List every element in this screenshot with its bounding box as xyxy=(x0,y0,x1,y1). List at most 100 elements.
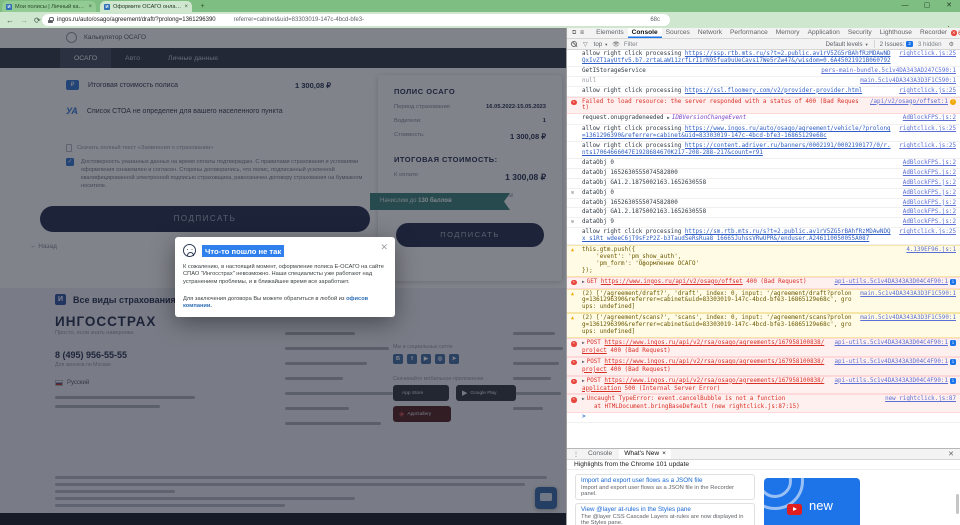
expand-icon[interactable]: ⊙ xyxy=(571,191,574,197)
browser-tab-2[interactable]: И Оформите ОСАГО онлайн в И... × xyxy=(100,1,192,12)
console-url-link[interactable]: https://www.ingos.ru/api/v2/rsa/osago/ag… xyxy=(582,378,824,392)
hidden-messages-label[interactable]: 3 hidden xyxy=(918,41,942,48)
console-url-link[interactable]: https://www.ingos.ru/auto/osago/agreemen… xyxy=(582,126,891,139)
console-source-link[interactable]: rightclick.js:25 xyxy=(899,229,956,236)
back-icon[interactable]: ← xyxy=(6,16,14,25)
devtools-tab-console[interactable]: Console xyxy=(628,28,662,38)
console-source-link[interactable]: main.5c1v4DA343A3D3F1C590:1 xyxy=(860,315,956,322)
live-expression-eye-icon[interactable]: 👁 xyxy=(612,41,620,48)
play-button-icon[interactable] xyxy=(787,504,802,515)
drawer-tab-whatsnew[interactable]: What's New × xyxy=(619,449,671,459)
new-tab-button[interactable]: + xyxy=(198,2,207,11)
issue-icon[interactable]: i xyxy=(950,340,956,346)
whatsnew-graphic[interactable]: new xyxy=(764,478,860,525)
modal-close-icon[interactable]: ✕ xyxy=(380,242,388,253)
console-source-link[interactable]: api-utils.5c1v4DA343A3D04C4F90:1 xyxy=(835,378,949,385)
expand-arrow-icon[interactable]: ▶ xyxy=(582,379,585,384)
console-source-link[interactable]: new rightclick.js:87 xyxy=(885,396,956,403)
console-source-link[interactable]: rightclick.js:25 xyxy=(899,51,956,58)
devtools-tab-lighthouse[interactable]: Lighthouse xyxy=(876,28,916,38)
devtools-tab-elements[interactable]: Elements xyxy=(592,28,628,38)
devtools-tab-security[interactable]: Security xyxy=(844,28,876,38)
frame-selector[interactable]: top▼ xyxy=(594,41,609,48)
issue-icon[interactable]: i xyxy=(950,378,956,384)
whatsnew-card-title[interactable]: View @layer at-rules in the Styles pane xyxy=(581,506,749,513)
console-url-link[interactable]: https://ssl.floomery.com/v2/provider-pro… xyxy=(685,88,862,94)
devtools-tab-application[interactable]: Application xyxy=(804,28,844,38)
devtools-drawer: ⋮ Console What's New × ✕ Highlights from… xyxy=(567,448,960,525)
devtools-tab-sources[interactable]: Sources xyxy=(662,28,694,38)
expand-arrow-icon[interactable]: ▶ xyxy=(667,116,670,121)
drawer-tab-close-icon[interactable]: × xyxy=(662,449,666,459)
minimize-button[interactable]: — xyxy=(894,0,916,12)
whatsnew-header: Highlights from the Chrome 101 update xyxy=(567,460,960,470)
console-source-link[interactable]: AdBlockFPS.js:2 xyxy=(903,219,956,226)
console-source-link[interactable]: AdBlockFPS.js:2 xyxy=(903,209,956,216)
console-source-link[interactable]: AdBlockFPS.js:2 xyxy=(903,190,956,197)
console-source-link[interactable]: /api/v2/osago/offset:1 xyxy=(870,99,948,106)
clear-console-icon[interactable] xyxy=(571,41,577,47)
tab-close-icon[interactable]: × xyxy=(184,4,188,10)
devtools-tab-memory[interactable]: Memory xyxy=(772,28,804,38)
console-url-link[interactable]: https://www.ingos.ru/api/v2/rsa/osago/ag… xyxy=(582,359,824,373)
inspect-icon[interactable]: ⧉ xyxy=(572,30,576,37)
devtools-tab-performance[interactable]: Performance xyxy=(726,28,772,38)
console-source-link[interactable]: main.5c1v4DA343A3D3F1C590:1 xyxy=(860,78,956,85)
console-source-link[interactable]: rightclick.js:25 xyxy=(899,88,956,95)
whatsnew-card[interactable]: View @layer at-rules in the Styles paneT… xyxy=(575,503,755,525)
console-source-link[interactable]: 4.139EF96.js:1 xyxy=(906,247,956,254)
console-settings-icon[interactable]: ⚙ xyxy=(949,41,954,48)
devtools-tab-recorder[interactable]: Recorder xyxy=(916,28,951,38)
sad-face-icon xyxy=(183,244,196,257)
device-toolbar-icon[interactable]: ⧈ xyxy=(580,30,584,37)
console-object[interactable]: IDBVersionChangeEvent xyxy=(672,115,746,121)
console-url-link[interactable]: https://content.adriver.ru/banners/00021… xyxy=(582,143,891,156)
tab-close-icon[interactable]: × xyxy=(88,4,92,10)
console-source-link[interactable]: api-utils.5c1v4DA343A3D04C4F90:1 xyxy=(835,359,949,366)
console-filter-input[interactable]: Filter xyxy=(624,41,638,48)
whatsnew-card-title[interactable]: Import and export user flows as a JSON f… xyxy=(581,477,749,484)
expand-icon[interactable]: ⊙ xyxy=(571,220,574,226)
console-source-link[interactable]: AdBlockFPS.js:2 xyxy=(903,115,956,122)
reload-icon[interactable]: ⟳ xyxy=(34,16,41,25)
expand-arrow-icon[interactable]: ▶ xyxy=(582,280,585,285)
issue-icon[interactable]: i xyxy=(950,279,956,285)
browser-tab-1[interactable]: И Мои полисы | Личный кабинет × xyxy=(2,1,96,12)
console-source-link[interactable]: api-utils.5c1v4DA343A3D04C4F90:1 xyxy=(835,279,949,286)
lock-icon[interactable] xyxy=(48,17,53,23)
console-source-link[interactable]: AdBlockFPS.js:2 xyxy=(903,200,956,207)
expand-arrow-icon[interactable]: ▶ xyxy=(582,397,585,402)
issues-chip[interactable]: 2 Issues:2 xyxy=(880,41,913,48)
console-url-link[interactable]: https://ssp.rtb.mts.ru/s?t=2.public.av1r… xyxy=(582,51,891,64)
issue-icon[interactable]: i xyxy=(950,359,956,365)
console-source-link[interactable]: rightclick.js:25 xyxy=(899,143,956,150)
close-button[interactable]: ✕ xyxy=(938,0,960,12)
scrollbar-thumb[interactable] xyxy=(956,494,959,514)
filter-funnel-icon[interactable]: ▽ xyxy=(583,41,588,48)
omnibox[interactable]: ingos.ru/auto/osago/agreement/draft/?pro… xyxy=(42,14,670,26)
forward-icon[interactable]: → xyxy=(20,16,28,25)
console-url-link[interactable]: https://www.ingos.ru/api/v2/rsa/osago/ag… xyxy=(582,340,824,354)
log-level-selector[interactable]: Default levels▼ xyxy=(825,41,868,48)
expand-arrow-icon[interactable]: ▶ xyxy=(582,360,585,365)
whatsnew-card[interactable]: Import and export user flows as a JSON f… xyxy=(575,474,755,500)
console-source-link[interactable]: api-utils.5c1v4DA343A3D04C4F90:1 xyxy=(835,340,949,347)
drawer-close-icon[interactable]: ✕ xyxy=(948,450,956,458)
console-source-link[interactable]: rightclick.js:25 xyxy=(899,126,956,133)
console-url-link[interactable]: https://www.ingos.ru/api/v2/osago/offset xyxy=(601,279,743,285)
console-source-link[interactable]: AdBlockFPS.js:2 xyxy=(903,160,956,167)
warning-icon: ▲ xyxy=(571,316,574,321)
drawer-menu-icon[interactable]: ⋮ xyxy=(573,451,579,458)
console-source-link[interactable]: main.5c1v4DA343A3D3F1C590:1 xyxy=(860,291,956,298)
expand-arrow-icon[interactable]: ▶ xyxy=(582,341,585,346)
maximize-button[interactable]: ▢ xyxy=(916,0,938,12)
drawer-tab-console[interactable]: Console xyxy=(583,449,617,459)
console-source-link[interactable]: pers-main-bundle.5c1v4DA343AD247C590:1 xyxy=(821,68,956,75)
console-url-link[interactable]: https://sm.rtb.mts.ru/s?t=2.public.av1rV… xyxy=(582,229,891,242)
error-count-badge[interactable]: ✕6 xyxy=(951,30,960,37)
console-row: > xyxy=(567,413,960,423)
devtools-tab-network[interactable]: Network xyxy=(694,28,726,38)
console-source-link[interactable]: AdBlockFPS.js:2 xyxy=(903,180,956,187)
console-source-link[interactable]: AdBlockFPS.js:2 xyxy=(903,170,956,177)
console-prompt[interactable]: > xyxy=(582,414,586,420)
